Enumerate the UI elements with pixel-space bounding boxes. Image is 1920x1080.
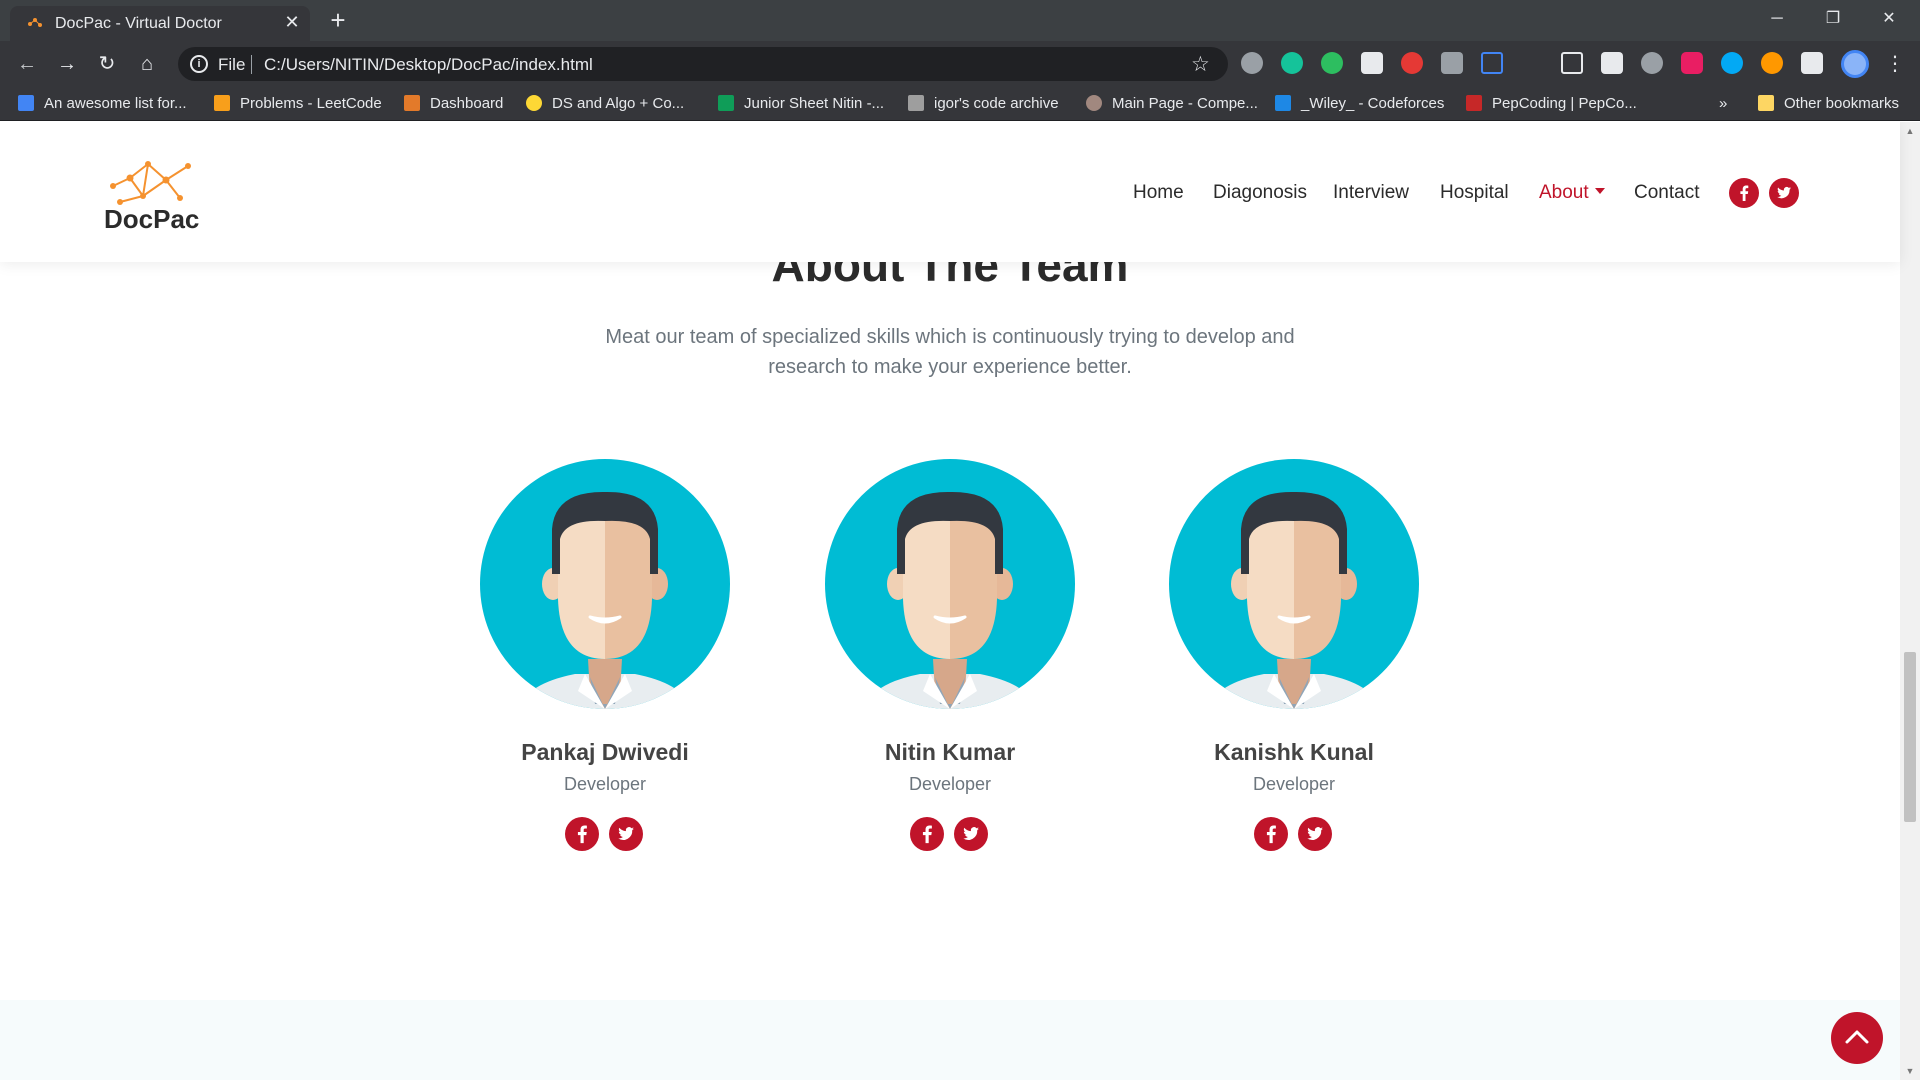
nav-about[interactable]: About — [1539, 182, 1605, 204]
leetcode-icon — [214, 95, 230, 111]
restore-icon[interactable]: ❐ — [1810, 4, 1856, 34]
url-separator — [251, 55, 252, 74]
nav-contact[interactable]: Contact — [1634, 182, 1699, 204]
info-icon[interactable]: i — [190, 55, 208, 73]
page-viewport: DocPac Home Diagonosis Interview Hospita… — [0, 122, 1920, 1080]
extension-k-icon[interactable] — [1641, 52, 1663, 74]
avatar — [825, 459, 1075, 709]
extension-pen-icon[interactable] — [1481, 52, 1503, 74]
bookmark-item[interactable]: PepCoding | PepCo... — [1466, 95, 1637, 113]
logo-text[interactable]: DocPac — [104, 204, 199, 235]
team-member-card: Pankaj Dwivedi Developer — [480, 459, 730, 879]
facebook-icon[interactable] — [910, 817, 944, 851]
browser-tab[interactable]: DocPac - Virtual Doctor ✕ — [10, 6, 310, 41]
browser-menu-icon[interactable]: ⋮ — [1885, 51, 1905, 77]
bookmark-item[interactable]: An awesome list for... — [18, 95, 187, 113]
extension-cursor-icon[interactable] — [1561, 52, 1583, 74]
home-icon[interactable]: ⌂ — [134, 51, 160, 77]
extension-cat-icon[interactable] — [1361, 52, 1383, 74]
tab-title: DocPac - Virtual Doctor — [55, 15, 222, 32]
member-role: Developer — [1252, 774, 1336, 794]
browser-tabstrip: DocPac - Virtual Doctor ✕ + ─ ❐ ✕ — [0, 0, 1920, 41]
bookmark-item[interactable]: Problems - LeetCode — [214, 95, 382, 113]
forward-icon[interactable]: → — [54, 51, 80, 77]
codeforces-icon — [1275, 95, 1291, 111]
nav-about-label: About — [1539, 182, 1589, 203]
member-name: Nitin Kumar — [884, 739, 1016, 765]
facebook-icon[interactable] — [565, 817, 599, 851]
close-tab-icon[interactable]: ✕ — [282, 12, 302, 32]
bookmark-item[interactable]: DS and Algo + Co... — [526, 95, 684, 113]
pepcoding-icon — [1466, 95, 1482, 111]
code-archive-icon — [908, 95, 924, 111]
folder-icon — [1758, 95, 1774, 111]
address-bar[interactable]: i File C:/Users/NITIN/Desktop/DocPac/ind… — [178, 47, 1228, 81]
extensions-puzzle-icon[interactable] — [1801, 52, 1823, 74]
profile-avatar[interactable] — [1841, 50, 1869, 78]
docpac-logo-icon[interactable] — [108, 158, 198, 208]
avatar — [480, 459, 730, 709]
scroll-up-arrow-icon[interactable]: ▲ — [1905, 126, 1915, 136]
other-bookmarks[interactable]: Other bookmarks — [1758, 95, 1899, 113]
docpac-favicon-icon — [28, 18, 42, 27]
header-facebook-icon[interactable] — [1729, 178, 1759, 208]
minimize-icon[interactable]: ─ — [1754, 4, 1800, 34]
nav-diagnosis[interactable]: Diagonosis — [1213, 182, 1307, 204]
page-scrollbar[interactable]: ▲ ▼ — [1900, 122, 1920, 1080]
scrollbar-thumb[interactable] — [1904, 652, 1916, 822]
face-icon — [1086, 95, 1102, 111]
grammarly-icon[interactable] — [1281, 52, 1303, 74]
next-section-band — [0, 1000, 1900, 1080]
scroll-to-top-button[interactable] — [1831, 1012, 1883, 1064]
google-sheets-icon — [718, 95, 734, 111]
dropdown-caret-icon — [1594, 188, 1605, 194]
extension-stop-icon[interactable] — [1401, 52, 1423, 74]
new-tab-button[interactable]: + — [325, 7, 351, 34]
reload-icon[interactable]: ↻ — [94, 51, 120, 77]
site-header: DocPac Home Diagonosis Interview Hospita… — [0, 122, 1900, 262]
scroll-down-arrow-icon[interactable]: ▼ — [1905, 1066, 1915, 1076]
extension-pink-icon[interactable] — [1681, 52, 1703, 74]
member-role: Developer — [908, 774, 992, 794]
facebook-icon[interactable] — [1254, 817, 1288, 851]
nav-home[interactable]: Home — [1133, 182, 1184, 204]
member-role: Developer — [563, 774, 647, 794]
chevron-up-icon — [1845, 1030, 1869, 1044]
bookmark-item[interactable]: _Wiley_ - Codeforces — [1275, 95, 1444, 113]
bookmarks-bar: An awesome list for... Problems - LeetCo… — [0, 87, 1920, 121]
twitter-icon[interactable] — [1298, 817, 1332, 851]
avatar — [1169, 459, 1419, 709]
team-member-card: Nitin Kumar Developer — [825, 459, 1075, 879]
extension-clipboard-icon[interactable] — [1441, 52, 1463, 74]
bookmark-star-icon[interactable]: ☆ — [1191, 52, 1210, 77]
twitter-icon[interactable] — [609, 817, 643, 851]
back-icon[interactable]: ← — [14, 51, 40, 77]
bookmark-item[interactable]: igor's code archive — [908, 95, 1059, 113]
extension-lightbulb-icon[interactable] — [1241, 52, 1263, 74]
bookmarks-overflow-icon[interactable]: » — [1719, 95, 1727, 113]
bookmark-chart-icon — [18, 95, 34, 111]
extension-blue-icon[interactable] — [1721, 52, 1743, 74]
member-name: Kanishk Kunal — [1214, 739, 1374, 765]
browser-toolbar: ← → ↻ ⌂ i File C:/Users/NITIN/Desktop/Do… — [0, 41, 1920, 87]
bookmark-item[interactable]: Dashboard — [404, 95, 503, 113]
twitter-icon[interactable] — [954, 817, 988, 851]
bookmark-item[interactable]: Main Page - Compe... — [1086, 95, 1258, 113]
nav-interview[interactable]: Interview — [1333, 182, 1409, 204]
header-twitter-icon[interactable] — [1769, 178, 1799, 208]
bulb-icon — [526, 95, 542, 111]
window-close-icon[interactable]: ✕ — [1866, 4, 1912, 34]
extension-grid-icon[interactable] — [1601, 52, 1623, 74]
nav-hospital[interactable]: Hospital — [1440, 182, 1509, 204]
url-scheme: File — [218, 55, 246, 74]
url-text[interactable]: C:/Users/NITIN/Desktop/DocPac/index.html — [264, 55, 593, 75]
extension-avatar-icon[interactable] — [1761, 52, 1783, 74]
section-subtitle: Meat our team of specialized skills whic… — [605, 326, 1295, 378]
dashboard-icon — [404, 95, 420, 111]
team-member-card: Kanishk Kunal Developer — [1169, 459, 1419, 879]
evernote-icon[interactable] — [1321, 52, 1343, 74]
bookmark-item[interactable]: Junior Sheet Nitin -... — [718, 95, 884, 113]
member-name: Pankaj Dwivedi — [521, 739, 689, 765]
